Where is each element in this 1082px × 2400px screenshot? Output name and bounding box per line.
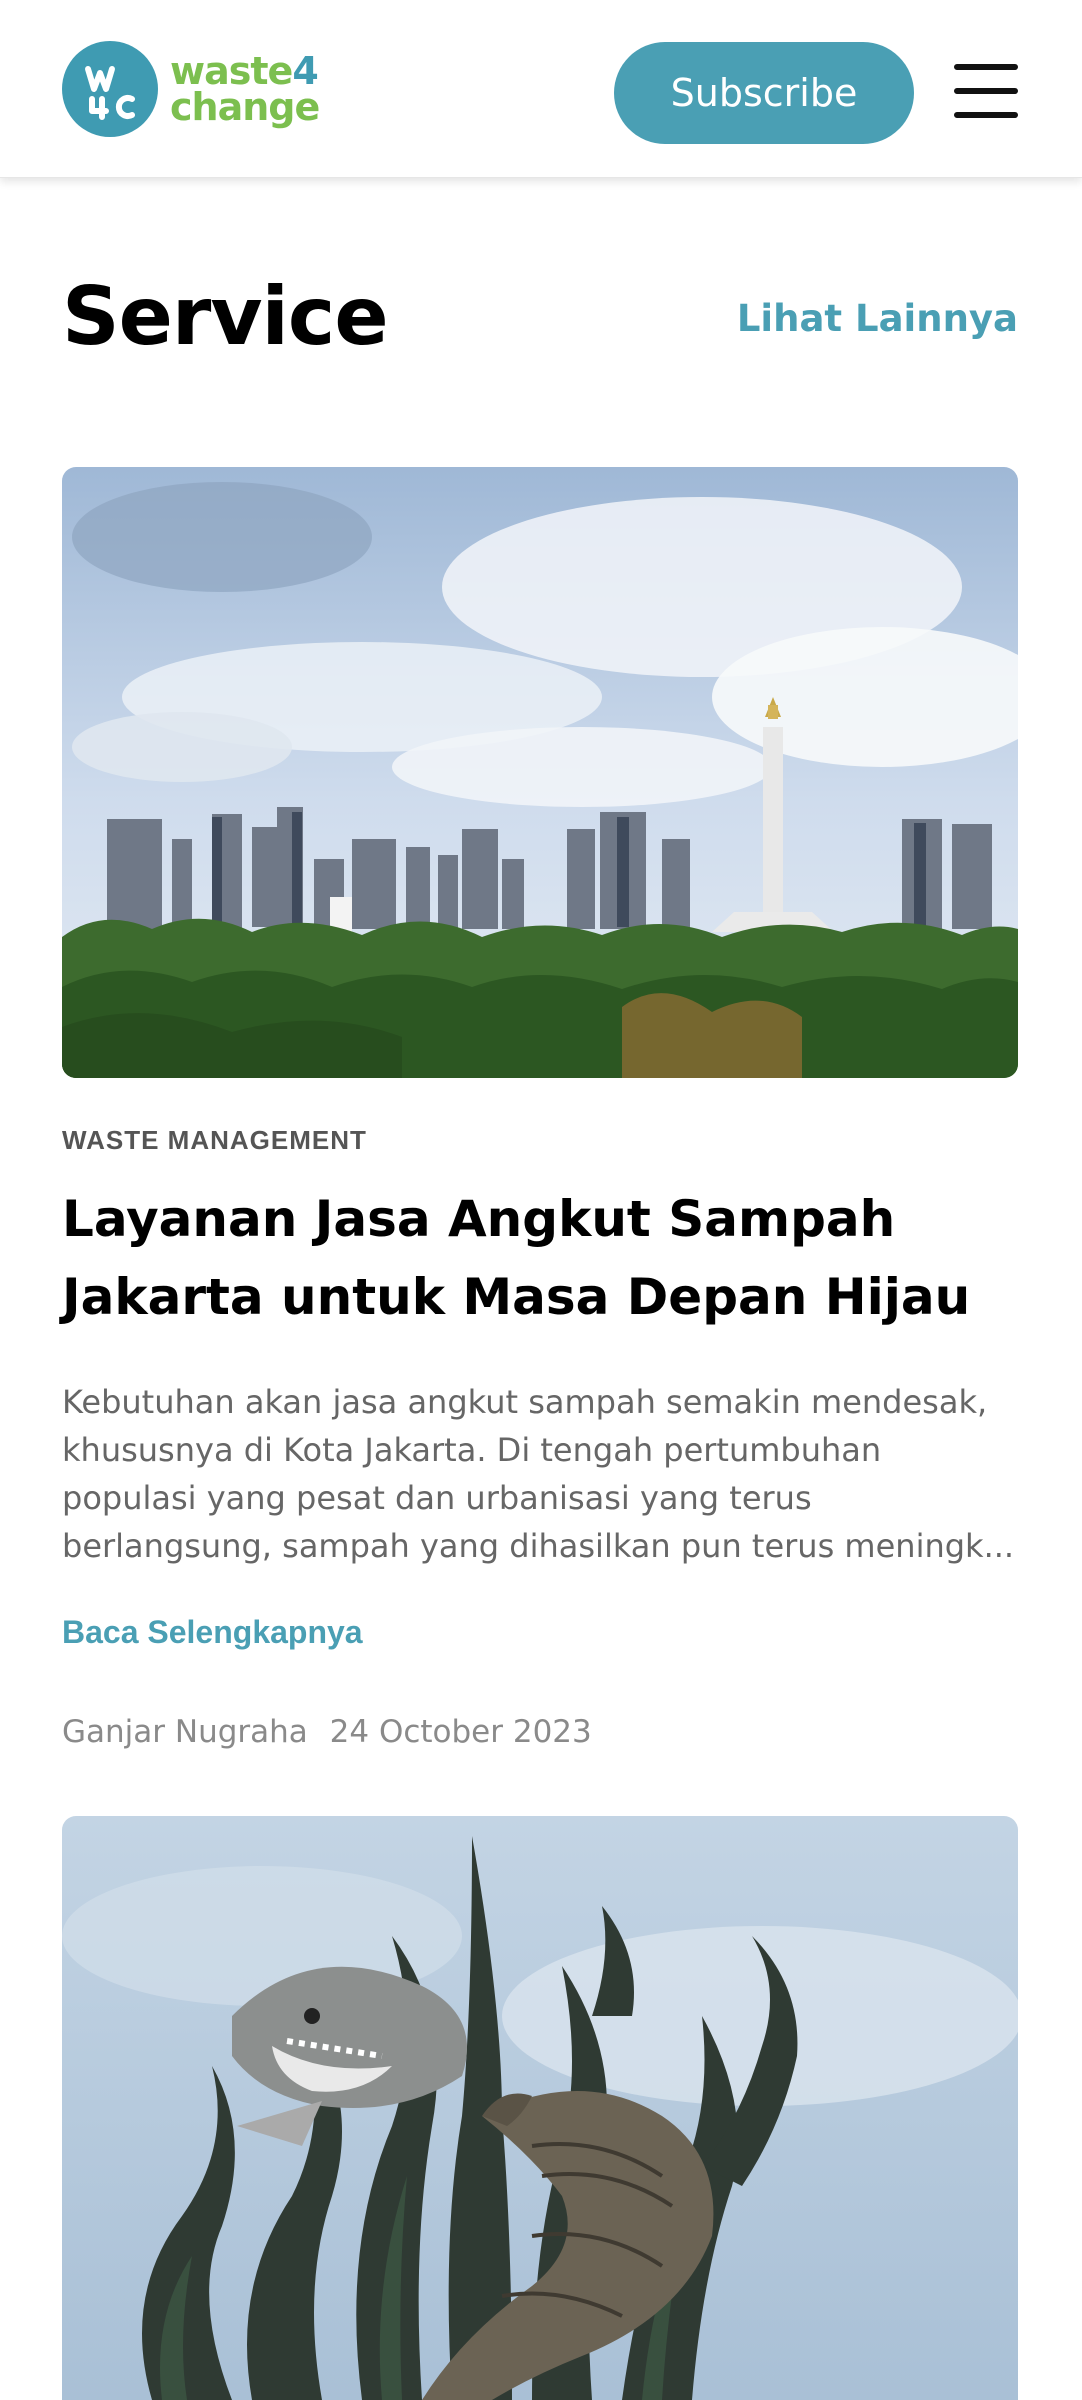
logo-mark-icon bbox=[62, 41, 158, 137]
read-more-link[interactable]: Baca Selengkapnya bbox=[62, 1614, 363, 1651]
article-author: Ganjar Nugraha bbox=[62, 1714, 308, 1750]
article-image-statue[interactable] bbox=[62, 1816, 1018, 2400]
article-image-jakarta-skyline[interactable] bbox=[62, 467, 1018, 1078]
article-meta: Ganjar Nugraha 24 October 2023 bbox=[62, 1714, 592, 1750]
article-title[interactable]: Layanan Jasa Angkut Sampah Jakarta untuk… bbox=[62, 1180, 1018, 1336]
see-more-link[interactable]: Lihat Lainnya bbox=[737, 297, 1018, 340]
subscribe-button[interactable]: Subscribe bbox=[614, 42, 914, 144]
site-header: waste4 change Subscribe bbox=[0, 0, 1082, 178]
hamburger-menu-icon[interactable] bbox=[954, 64, 1018, 118]
logo-wordmark: waste4 change bbox=[170, 49, 320, 129]
article-excerpt: Kebutuhan akan jasa angkut sampah semaki… bbox=[62, 1383, 1015, 1565]
waste4change-logo[interactable]: waste4 change bbox=[62, 41, 320, 137]
article-category[interactable]: WASTE MANAGEMENT bbox=[62, 1125, 367, 1156]
article-date: 24 October 2023 bbox=[329, 1714, 592, 1750]
section-title: Service bbox=[62, 270, 389, 363]
